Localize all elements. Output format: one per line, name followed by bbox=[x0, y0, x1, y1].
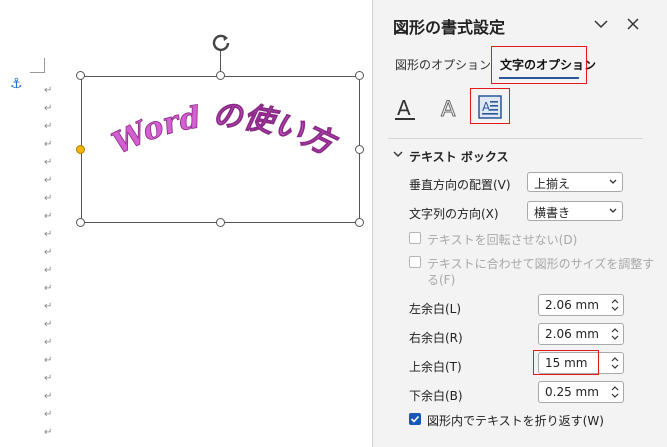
paragraph-mark: ↵ bbox=[44, 85, 53, 96]
chevron-down-icon[interactable] bbox=[393, 149, 403, 159]
section-textbox-title[interactable]: テキスト ボックス bbox=[409, 148, 508, 165]
right-margin-value: 2.06 mm bbox=[545, 327, 599, 341]
paragraph-mark: ↵ bbox=[44, 301, 53, 312]
spinner-arrows-icon[interactable] bbox=[611, 327, 619, 341]
resize-handle-top-right[interactable] bbox=[355, 71, 364, 80]
margin-corner-mark bbox=[30, 58, 45, 73]
document-canvas[interactable]: ⚓ ↵ ↵ ↵ ↵ ↵ ↵ ↵ ↵ ↵ ↵ ↵ ↵ ↵ ↵ ↵ ↵ ↵ ↵ ↵ … bbox=[0, 0, 372, 447]
paragraph-mark: ↵ bbox=[44, 427, 53, 438]
left-margin-spinner[interactable]: 2.06 mm bbox=[538, 294, 624, 316]
highlight-tab-text-options bbox=[491, 46, 587, 84]
wordart-text-path[interactable]: Word の使い方 bbox=[102, 87, 342, 177]
paragraph-mark: ↵ bbox=[44, 355, 53, 366]
chevron-down-icon bbox=[609, 208, 617, 213]
vertical-align-select[interactable]: 上揃え bbox=[527, 172, 623, 192]
paragraph-mark: ↵ bbox=[44, 139, 53, 150]
no-rotate-label: テキストを回転させない(D) bbox=[427, 233, 578, 247]
svg-text:A: A bbox=[441, 97, 456, 121]
resize-shape-label-line2: る(F) bbox=[427, 273, 456, 287]
wordart-shape[interactable]: Word の使い方 bbox=[81, 76, 360, 223]
resize-handle-bottom-right[interactable] bbox=[355, 218, 364, 227]
svg-text:A: A bbox=[397, 96, 411, 120]
wrap-text-checkbox[interactable] bbox=[409, 413, 421, 425]
paragraph-mark: ↵ bbox=[44, 283, 53, 294]
resize-handle-bottom[interactable] bbox=[216, 218, 225, 227]
anchor-icon[interactable]: ⚓ bbox=[10, 76, 23, 92]
paragraph-mark: ↵ bbox=[44, 373, 53, 384]
paragraph-mark: ↵ bbox=[44, 229, 53, 240]
spinner-arrows-icon[interactable] bbox=[611, 385, 619, 399]
spinner-arrows-icon[interactable] bbox=[611, 298, 619, 312]
svg-text:Word の使い方: Word の使い方 bbox=[107, 99, 342, 164]
text-direction-value: 横書き bbox=[534, 206, 571, 220]
text-effects-icon[interactable]: A bbox=[433, 94, 463, 124]
paragraph-mark: ↵ bbox=[44, 265, 53, 276]
paragraph-mark: ↵ bbox=[44, 121, 53, 132]
right-margin-label: 右余白(R) bbox=[409, 331, 463, 345]
rotate-handle-icon[interactable] bbox=[210, 31, 232, 53]
bottom-margin-spinner[interactable]: 0.25 mm bbox=[538, 381, 624, 403]
right-margin-spinner[interactable]: 2.06 mm bbox=[538, 323, 624, 345]
paragraph-mark: ↵ bbox=[44, 193, 53, 204]
text-fill-outline-icon[interactable]: A bbox=[390, 94, 420, 124]
paragraph-mark: ↵ bbox=[44, 409, 53, 420]
vertical-align-value: 上揃え bbox=[534, 177, 571, 191]
paragraph-mark: ↵ bbox=[44, 175, 53, 186]
bottom-margin-label: 下余白(B) bbox=[409, 389, 463, 403]
paragraph-mark: ↵ bbox=[44, 211, 53, 222]
collapse-chevron-icon[interactable] bbox=[591, 14, 611, 34]
paragraph-mark: ↵ bbox=[44, 157, 53, 168]
resize-handle-bottom-left[interactable] bbox=[76, 218, 85, 227]
tab-shape-options[interactable]: 図形のオプション bbox=[395, 56, 491, 73]
resize-handle-right[interactable] bbox=[355, 145, 364, 154]
paragraph-mark: ↵ bbox=[44, 391, 53, 402]
resize-shape-label-line1: テキストに合わせて図形のサイズを調整す bbox=[427, 257, 655, 271]
resize-handle-top[interactable] bbox=[216, 71, 225, 80]
bottom-margin-value: 0.25 mm bbox=[545, 385, 599, 399]
paragraph-mark: ↵ bbox=[44, 247, 53, 258]
no-rotate-checkbox[interactable] bbox=[409, 232, 421, 244]
pane-title: 図形の書式設定 bbox=[393, 18, 506, 37]
format-shape-pane: 図形の書式設定 図形のオプション 文字のオプション A A A テキスト ボック… bbox=[372, 0, 667, 447]
chevron-down-icon bbox=[609, 179, 617, 184]
resize-handle-top-left[interactable] bbox=[76, 71, 85, 80]
left-margin-label: 左余白(L) bbox=[409, 302, 462, 316]
left-margin-value: 2.06 mm bbox=[545, 298, 599, 312]
close-icon[interactable] bbox=[623, 14, 643, 34]
section-divider bbox=[388, 138, 643, 139]
spinner-arrows-icon[interactable] bbox=[611, 356, 619, 370]
highlight-top-margin bbox=[533, 350, 599, 375]
adjust-handle[interactable] bbox=[76, 145, 85, 154]
text-direction-label: 文字列の方向(X) bbox=[409, 207, 499, 221]
svg-text:A: A bbox=[482, 100, 491, 114]
vertical-align-label: 垂直方向の配置(V) bbox=[409, 178, 511, 192]
paragraph-mark: ↵ bbox=[44, 103, 53, 114]
top-margin-label: 上余白(T) bbox=[409, 360, 462, 374]
resize-shape-checkbox[interactable] bbox=[409, 256, 421, 268]
text-direction-select[interactable]: 横書き bbox=[527, 201, 623, 221]
paragraph-mark: ↵ bbox=[44, 337, 53, 348]
wordart-text: Word の使い方 bbox=[107, 98, 342, 164]
textbox-layout-icon[interactable]: A bbox=[475, 92, 505, 122]
paragraph-mark: ↵ bbox=[44, 319, 53, 330]
wrap-text-label: 図形内でテキストを折り返す(W) bbox=[427, 414, 604, 428]
checkmark-icon bbox=[410, 415, 420, 423]
